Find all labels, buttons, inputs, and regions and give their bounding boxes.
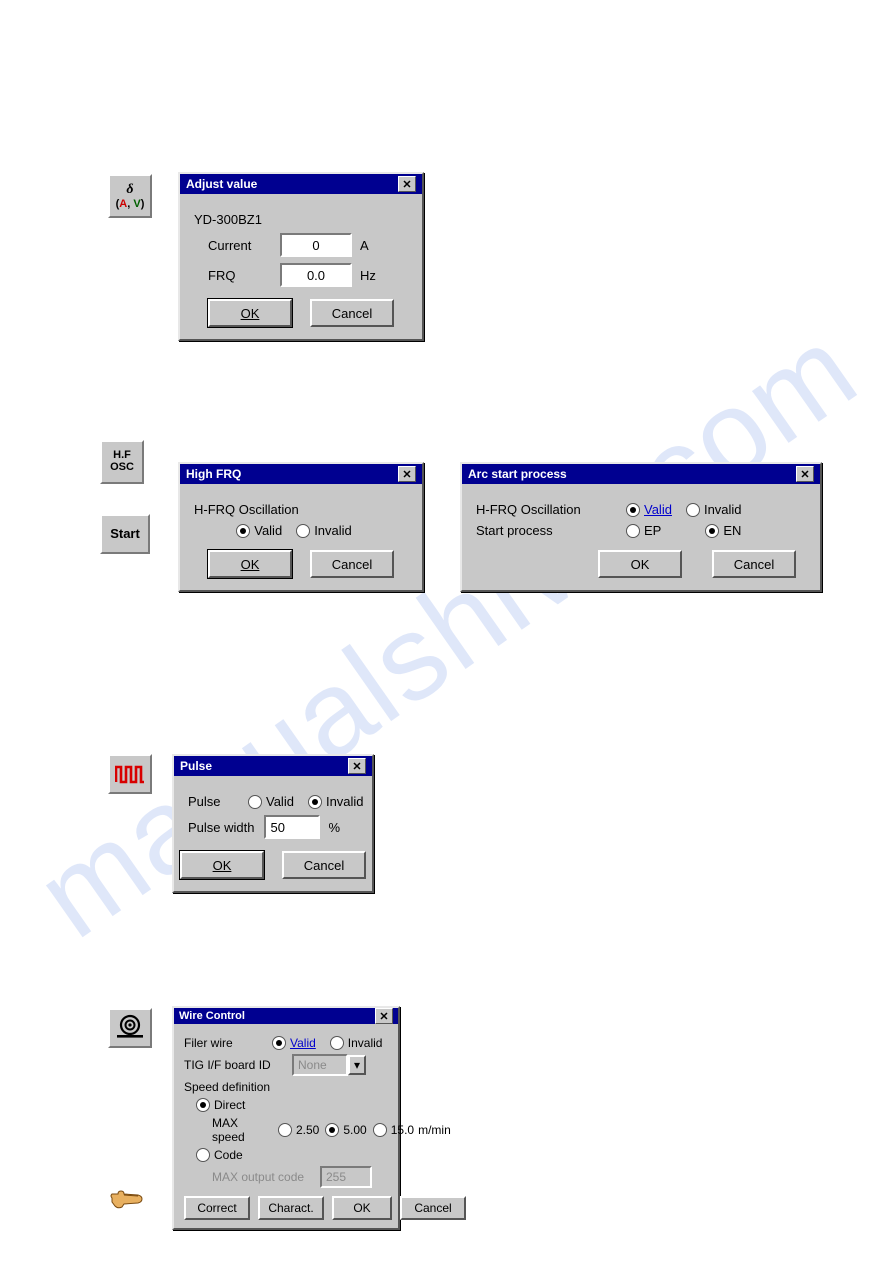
ok-button[interactable]: OK xyxy=(598,550,682,578)
pulse-width-label: Pulse width xyxy=(188,820,254,835)
adjust-value-dialog: Adjust value ✕ YD-300BZ1 Current A FRQ H… xyxy=(178,172,424,341)
close-icon[interactable]: ✕ xyxy=(375,1008,393,1024)
wire-invalid-radio[interactable]: Invalid xyxy=(330,1036,383,1050)
av-label: (A, V) xyxy=(116,198,145,210)
arc-hfrq-label: H-FRQ Oscillation xyxy=(476,502,616,517)
speed-code-radio[interactable]: Code xyxy=(196,1148,243,1162)
close-icon[interactable]: ✕ xyxy=(348,758,366,774)
delta-icon: δ xyxy=(126,182,133,197)
speed-definition-heading: Speed definition xyxy=(184,1080,270,1094)
hfrq-heading: H-FRQ Oscillation xyxy=(194,502,299,517)
wire-titlebar: Wire Control ✕ xyxy=(174,1008,398,1024)
arc-invalid-radio[interactable]: Invalid xyxy=(686,502,742,517)
cancel-button[interactable]: Cancel xyxy=(310,299,394,327)
current-input[interactable] xyxy=(280,233,352,257)
cancel-button[interactable]: Cancel xyxy=(400,1196,466,1220)
frq-unit: Hz xyxy=(360,268,376,283)
pulse-dialog: Pulse ✕ Pulse Valid Invalid Pulse width … xyxy=(172,754,374,893)
pointing-hand-icon xyxy=(108,1188,144,1213)
wire-control-launcher[interactable] xyxy=(108,1008,152,1048)
arc-startproc-label: Start process xyxy=(476,523,616,538)
hfrq-valid-radio[interactable]: Valid xyxy=(236,523,282,538)
wire-control-dialog: Wire Control ✕ Filer wire Valid Invalid … xyxy=(172,1006,400,1230)
filer-wire-label: Filer wire xyxy=(184,1036,262,1050)
current-unit: A xyxy=(360,238,369,253)
adjust-value-title: Adjust value xyxy=(186,177,257,191)
ok-button[interactable]: OK xyxy=(208,550,292,578)
adjust-value-launcher[interactable]: δ (A, V) xyxy=(108,174,152,218)
wire-valid-radio[interactable]: Valid xyxy=(272,1036,316,1050)
arc-start-title: Arc start process xyxy=(468,467,567,481)
pulse-launcher[interactable] xyxy=(108,754,152,794)
ok-button[interactable]: OK xyxy=(332,1196,392,1220)
pulse-invalid-radio[interactable]: Invalid xyxy=(308,794,364,809)
cancel-button[interactable]: Cancel xyxy=(282,851,366,879)
wire-title: Wire Control xyxy=(179,1010,245,1022)
high-frq-titlebar: High FRQ ✕ xyxy=(180,464,422,484)
pulse-titlebar: Pulse ✕ xyxy=(174,756,372,776)
board-id-label: TIG I/F board ID xyxy=(184,1058,282,1072)
pulse-wave-icon xyxy=(110,756,150,792)
arc-valid-radio[interactable]: Valid xyxy=(626,502,672,517)
pulse-valid-radio[interactable]: Valid xyxy=(248,794,294,809)
cancel-button[interactable]: Cancel xyxy=(310,550,394,578)
max-output-input xyxy=(320,1166,372,1188)
charact-button[interactable]: Charact. xyxy=(258,1196,324,1220)
pulse-width-input[interactable] xyxy=(264,815,320,839)
device-label: YD-300BZ1 xyxy=(194,212,262,227)
max-output-label: MAX output code xyxy=(212,1170,310,1184)
adjust-value-titlebar: Adjust value ✕ xyxy=(180,174,422,194)
hf-osc-label: H.F OSC xyxy=(110,450,134,473)
close-icon[interactable]: ✕ xyxy=(398,176,416,192)
arc-start-titlebar: Arc start process ✕ xyxy=(462,464,820,484)
correct-button[interactable]: Correct xyxy=(184,1196,250,1220)
pulse-label: Pulse xyxy=(188,794,238,809)
close-icon[interactable]: ✕ xyxy=(398,466,416,482)
speed-500-radio[interactable]: 5.00 xyxy=(325,1123,366,1137)
max-speed-label: MAX speed xyxy=(212,1116,268,1144)
arc-start-dialog: Arc start process ✕ H-FRQ Oscillation Va… xyxy=(460,462,822,592)
frq-input[interactable] xyxy=(280,263,352,287)
speed-unit: m/min xyxy=(418,1123,451,1137)
speed-250-radio[interactable]: 2.50 xyxy=(278,1123,319,1137)
close-icon[interactable]: ✕ xyxy=(796,466,814,482)
watermark-text: manualshive.com xyxy=(12,299,881,965)
start-label: Start xyxy=(110,527,140,541)
pulse-width-unit: % xyxy=(328,820,340,835)
current-label: Current xyxy=(208,238,270,253)
frq-label: FRQ xyxy=(208,268,270,283)
ok-button[interactable]: OK xyxy=(180,851,264,879)
speed-150-radio[interactable]: 15.0 xyxy=(373,1123,414,1137)
cancel-button[interactable]: Cancel xyxy=(712,550,796,578)
pulse-title: Pulse xyxy=(180,759,212,773)
hfrq-invalid-radio[interactable]: Invalid xyxy=(296,523,352,538)
arc-ep-radio[interactable]: EP xyxy=(626,523,661,538)
board-id-select xyxy=(292,1054,348,1076)
high-frq-title: High FRQ xyxy=(186,467,241,481)
ok-button[interactable]: OK xyxy=(208,299,292,327)
high-frq-dialog: High FRQ ✕ H-FRQ Oscillation Valid Inval… xyxy=(178,462,424,592)
chevron-down-icon: ▾ xyxy=(348,1055,366,1075)
arc-en-radio[interactable]: EN xyxy=(705,523,741,538)
wire-reel-icon xyxy=(116,1014,144,1041)
hf-osc-launcher[interactable]: H.F OSC xyxy=(100,440,144,484)
speed-direct-radio[interactable]: Direct xyxy=(196,1098,245,1112)
start-launcher[interactable]: Start xyxy=(100,514,150,554)
